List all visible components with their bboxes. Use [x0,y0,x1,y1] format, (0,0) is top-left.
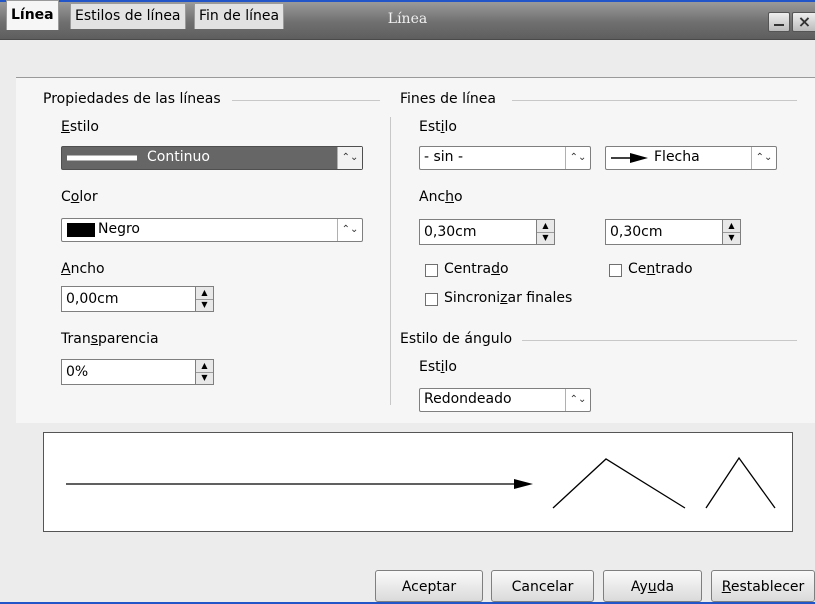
end-style-dropdown[interactable]: Flecha ⌃⌄ [605,146,777,170]
vertical-divider [390,117,391,405]
triangle-down-icon[interactable]: ▼ [196,372,213,384]
color-label: Color [61,189,98,205]
close-icon[interactable]: × [792,12,815,32]
end-centered-checkbox[interactable] [609,264,622,277]
section-divider [522,340,797,341]
corner-style-value: Redondeado [424,391,512,407]
transparency-value: 0% [66,364,89,380]
transparency-spinner[interactable]: 0% ▲ ▼ [61,359,214,385]
line-color-value: Negro [98,221,140,237]
tab-linea-label: Línea [11,7,54,23]
line-style-sample-icon [65,151,139,165]
start-width-spinner[interactable]: 0,30cm ▲ ▼ [419,219,555,245]
sync-ends-checkbox[interactable] [425,293,438,306]
sync-ends-label[interactable]: Sincronizar finales [444,290,572,306]
tab-estilos-label: Estilos de línea [75,8,181,24]
section-divider [512,100,797,101]
help-button[interactable]: Ayuda [603,570,702,602]
updown-chevron-icon[interactable]: ⌃⌄ [565,389,590,411]
end-width-spinner[interactable]: 0,30cm ▲ ▼ [605,219,741,245]
transparency-label: Transparencia [61,331,159,347]
style-label: Estilo [61,119,99,135]
section-divider [232,100,380,101]
line-ends-width-label: Ancho [419,189,463,205]
section-title-corner-style: Estilo de ángulo [400,331,513,347]
line-style-value: Continuo [147,149,210,165]
line-preview [43,432,793,532]
updown-chevron-icon[interactable]: ⌃⌄ [337,147,362,169]
line-dialog: Línea × Línea Estilos de línea Fin de lí… [0,0,815,604]
triangle-down-icon[interactable]: ▼ [723,232,740,244]
start-style-value: - sin - [424,149,464,165]
tab-fin-de-linea[interactable]: Fin de línea [194,3,285,29]
section-title-line-ends: Fines de línea [400,91,496,107]
line-width-value: 0,00cm [66,291,119,307]
section-title-line-properties: Propiedades de las líneas [43,91,221,107]
updown-chevron-icon[interactable]: ⌃⌄ [751,147,776,169]
end-centered-label[interactable]: Centrado [628,261,693,277]
line-ends-style-label: Estilo [419,119,457,135]
cancel-button-label: Cancelar [511,579,574,595]
updown-chevron-icon[interactable]: ⌃⌄ [565,147,590,169]
line-color-dropdown[interactable]: Negro ⌃⌄ [61,218,363,242]
cancel-button[interactable]: Cancelar [491,570,594,602]
start-centered-label[interactable]: Centrado [444,261,509,277]
line-width-spinner[interactable]: 0,00cm ▲ ▼ [61,286,214,312]
minimize-icon[interactable] [768,12,790,32]
updown-chevron-icon[interactable]: ⌃⌄ [337,219,362,241]
accept-button[interactable]: Aceptar [375,570,483,602]
tab-fin-label: Fin de línea [199,8,280,24]
triangle-down-icon[interactable]: ▼ [537,232,554,244]
start-width-value: 0,30cm [424,224,477,240]
triangle-down-icon[interactable]: ▼ [196,299,213,311]
tab-linea[interactable]: Línea [6,0,59,30]
end-width-value: 0,30cm [610,224,663,240]
start-style-dropdown[interactable]: - sin - ⌃⌄ [419,146,591,170]
corner-style-dropdown[interactable]: Redondeado ⌃⌄ [419,388,591,412]
preview-drawing [66,456,776,509]
tab-estilos-de-linea[interactable]: Estilos de línea [70,3,186,29]
start-centered-checkbox[interactable] [425,264,438,277]
corner-style-label: Estilo [419,359,457,375]
width-label: Ancho [61,261,105,277]
end-style-value: Flecha [654,149,700,165]
line-style-dropdown[interactable]: Continuo ⌃⌄ [61,146,363,170]
accept-button-label: Aceptar [401,579,457,595]
color-swatch [67,223,95,237]
reset-button[interactable]: Restablecer [711,570,815,602]
arrow-head-icon [611,153,648,163]
